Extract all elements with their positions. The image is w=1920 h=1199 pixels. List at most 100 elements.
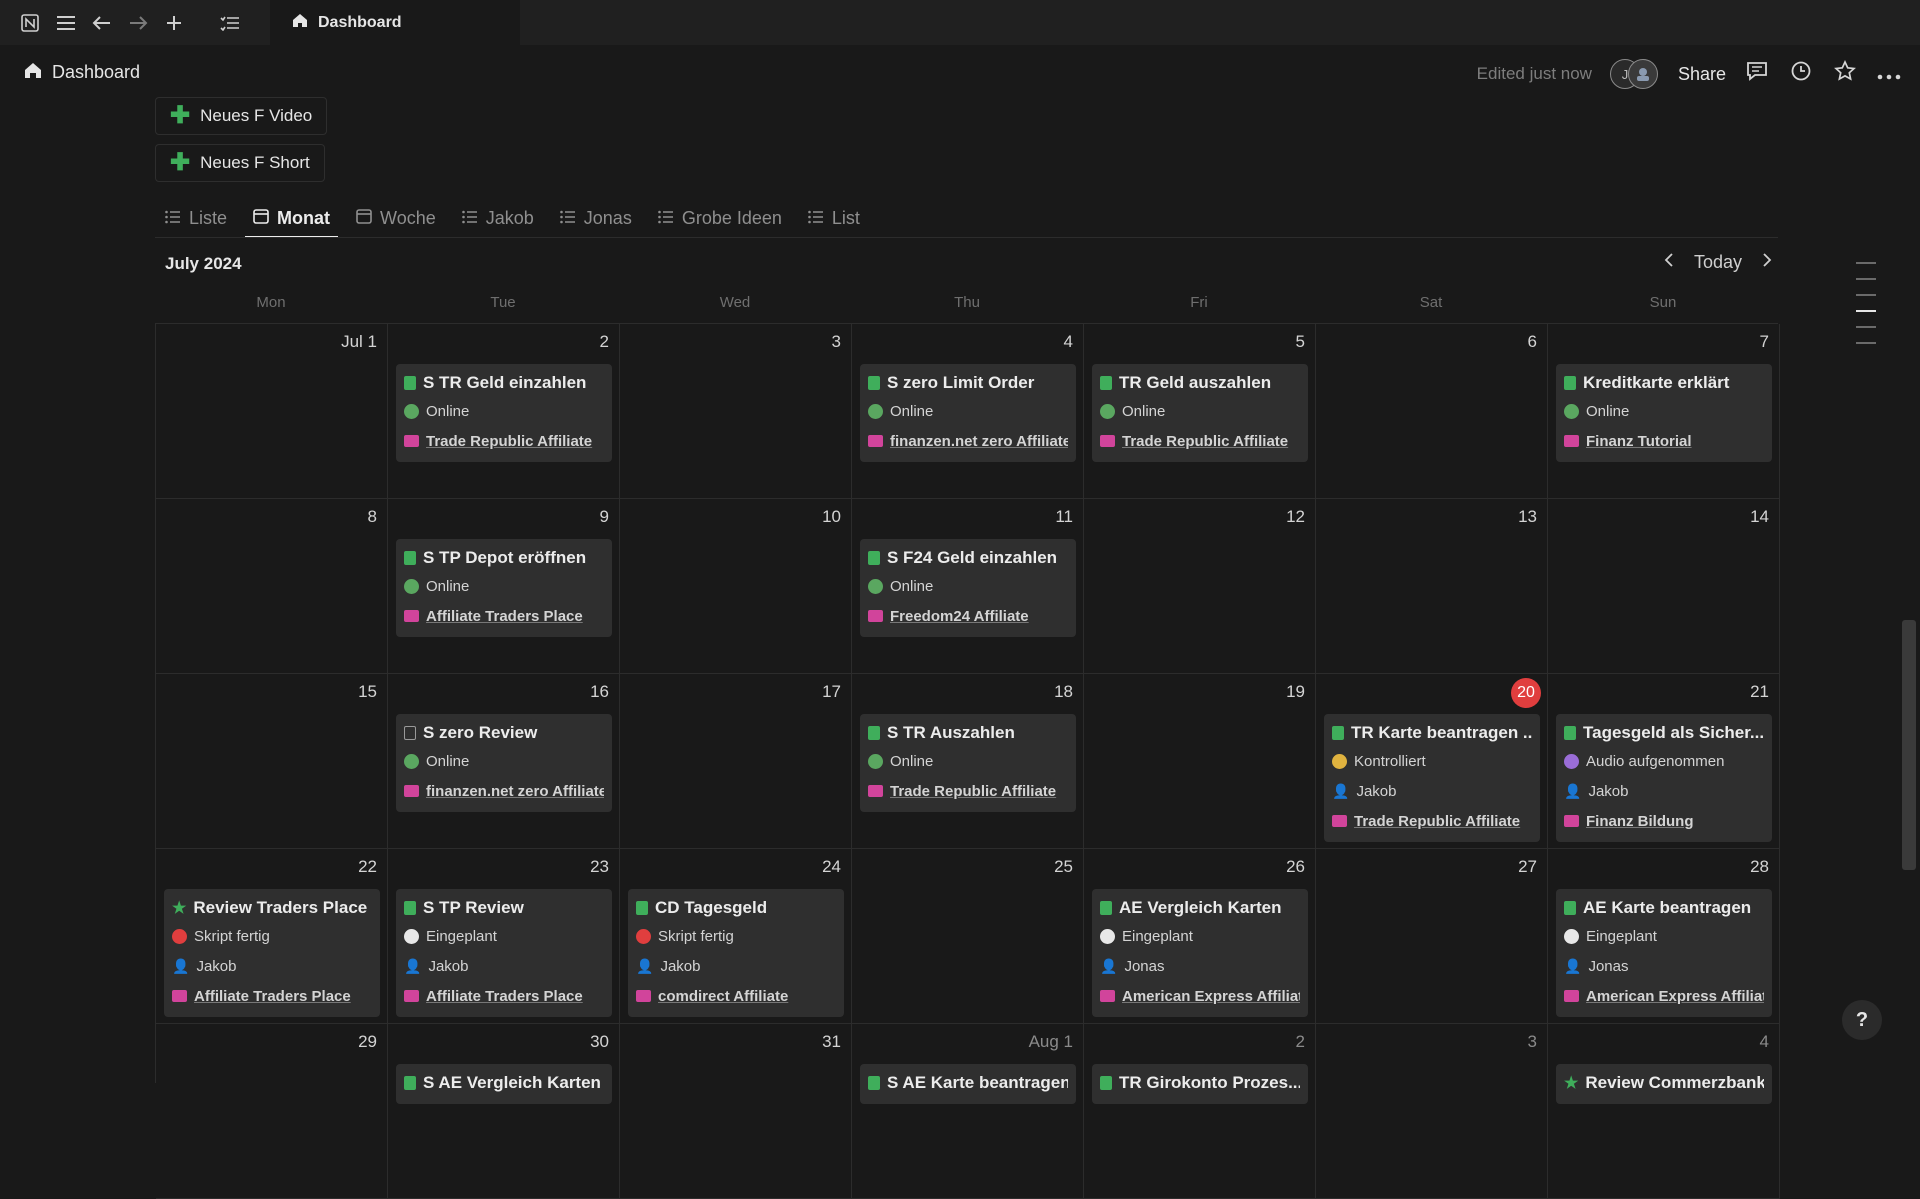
calendar-day-cell[interactable]: 9 S TP Depot eröffnen Online Affiliate Trad… — [388, 499, 620, 674]
back-arrow-icon[interactable] — [84, 0, 120, 45]
more-options-icon[interactable] — [1876, 63, 1902, 86]
tab-dashboard[interactable]: Dashboard — [270, 0, 520, 45]
menu-icon[interactable] — [48, 0, 84, 45]
event-card[interactable]: Kreditkarte erklärt Online Finanz Tutorial — [1556, 364, 1772, 462]
calendar-day-cell[interactable]: 28 AE Karte beantragen Eingeplant 👤 Jonas Ame… — [1548, 849, 1780, 1024]
calendar-day-cell[interactable]: 16 S zero Review Online finanzen.net zero A… — [388, 674, 620, 849]
event-card[interactable]: Tagesgeld als Sicher... Audio aufgenommen… — [1556, 714, 1772, 842]
calendar-day-cell[interactable]: 5 TR Geld auszahlen Online Trade Republic A… — [1084, 324, 1316, 499]
tab-view-jakob[interactable]: Jakob — [461, 198, 534, 238]
calendar-day-cell[interactable]: 23 S TP Review Eingeplant 👤 Jakob Affiliate T… — [388, 849, 620, 1024]
new-video-button[interactable]: ✚ Neues F Video — [155, 97, 328, 135]
notion-logo-icon[interactable] — [12, 0, 48, 45]
tab-view-liste[interactable]: Liste — [165, 198, 227, 238]
event-card[interactable]: S F24 Geld einzahlen Online Freedom24 Affi… — [860, 539, 1076, 637]
calendar-day-cell[interactable]: 4 ★ Review Commerzbank — [1548, 1024, 1780, 1199]
event-card[interactable]: TR Karte beantragen ... Kontrolliert 👤 Jako… — [1324, 714, 1540, 842]
event-card[interactable]: S TP Depot eröffnen Online Affiliate Trade… — [396, 539, 612, 637]
favorite-star-icon[interactable] — [1832, 59, 1858, 88]
calendar-day-cell[interactable]: 8 — [156, 499, 388, 674]
calendar-day-cell[interactable]: 19 — [1084, 674, 1316, 849]
today-button[interactable]: Today — [1694, 252, 1742, 273]
affiliate-link[interactable]: Freedom24 Affiliate — [890, 608, 1029, 625]
event-card[interactable]: TR Girokonto Prozes... — [1092, 1064, 1308, 1104]
affiliate-link[interactable]: finanzen.net zero Affiliate — [426, 783, 604, 800]
new-tab-plus-icon[interactable] — [156, 0, 192, 45]
calendar-day-cell[interactable]: Jul 1 — [156, 324, 388, 499]
event-card[interactable]: S TP Review Eingeplant 👤 Jakob Affiliate Tra… — [396, 889, 612, 1017]
avatar-group[interactable]: J — [1609, 59, 1660, 89]
affiliate-link[interactable]: American Express Affiliate — [1586, 988, 1764, 1005]
forward-arrow-icon[interactable] — [120, 0, 156, 45]
calendar-day-cell[interactable]: 13 — [1316, 499, 1548, 674]
calendar-day-cell[interactable]: 18 S TR Auszahlen Online Trade Republic Aff… — [852, 674, 1084, 849]
affiliate-link[interactable]: finanzen.net zero Affiliate — [890, 433, 1068, 450]
history-clock-icon[interactable] — [1788, 60, 1814, 88]
event-card[interactable]: S AE Vergleich Karten — [396, 1064, 612, 1104]
calendar-day-cell[interactable]: 26 AE Vergleich Karten Eingeplant 👤 Jonas Ame… — [1084, 849, 1316, 1024]
calendar-day-cell[interactable]: 11 S F24 Geld einzahlen Online Freedom24 Af… — [852, 499, 1084, 674]
calendar-day-cell[interactable]: 12 — [1084, 499, 1316, 674]
checklist-icon[interactable] — [212, 0, 248, 45]
calendar-day-cell[interactable]: 3 — [620, 324, 852, 499]
calendar-day-cell[interactable]: 27 — [1316, 849, 1548, 1024]
calendar-day-cell[interactable]: 15 — [156, 674, 388, 849]
calendar-day-cell[interactable]: 2 TR Girokonto Prozes... — [1084, 1024, 1316, 1199]
calendar-day-cell[interactable]: 2 S TR Geld einzahlen Online Trade Republic… — [388, 324, 620, 499]
calendar-day-cell[interactable]: 10 — [620, 499, 852, 674]
affiliate-link[interactable]: Affiliate Traders Place — [426, 608, 583, 625]
event-card[interactable]: S zero Review Online finanzen.net zero Aff… — [396, 714, 612, 812]
calendar-day-cell[interactable]: 3 — [1316, 1024, 1548, 1199]
affiliate-link[interactable]: Trade Republic Affiliate — [426, 433, 592, 450]
affiliate-link[interactable]: Affiliate Traders Place — [194, 988, 351, 1005]
event-card[interactable]: AE Vergleich Karten Eingeplant 👤 Jonas Ameri… — [1092, 889, 1308, 1017]
calendar-day-cell[interactable]: 7 Kreditkarte erklärt Online Finanz Tutoria… — [1548, 324, 1780, 499]
comment-icon[interactable] — [1744, 61, 1770, 87]
affiliate-link[interactable]: American Express Affiliate — [1122, 988, 1300, 1005]
affiliate-link[interactable]: Finanz Bildung — [1586, 813, 1693, 830]
event-card[interactable]: CD Tagesgeld Skript fertig 👤 Jakob comdirect… — [628, 889, 844, 1017]
page-outline[interactable] — [1856, 262, 1878, 358]
tab-view-grobe-ideen[interactable]: Grobe Ideen — [658, 198, 782, 238]
affiliate-link[interactable]: Trade Republic Affiliate — [890, 783, 1056, 800]
previous-month-chevron-icon[interactable] — [1664, 252, 1674, 273]
affiliate-link[interactable]: Trade Republic Affiliate — [1122, 433, 1288, 450]
tab-view-jonas[interactable]: Jonas — [559, 198, 632, 238]
calendar-day-cell[interactable]: 22 ★ Review Traders Place Skript fertig 👤 Jak… — [156, 849, 388, 1024]
event-card[interactable]: ★ Review Commerzbank — [1556, 1064, 1772, 1104]
tab-view-woche[interactable]: Woche — [356, 198, 436, 238]
breadcrumb[interactable]: Dashboard — [24, 61, 140, 84]
tab-view-monat[interactable]: Monat — [245, 198, 339, 238]
event-card[interactable]: ★ Review Traders Place Skript fertig 👤 Jakob… — [164, 889, 380, 1017]
calendar-day-cell[interactable]: 25 — [852, 849, 1084, 1024]
calendar-day-cell[interactable]: 21 Tagesgeld als Sicher... Audio aufgenomm… — [1548, 674, 1780, 849]
affiliate-link[interactable]: comdirect Affiliate — [658, 988, 788, 1005]
share-button[interactable]: Share — [1678, 64, 1726, 85]
affiliate-link[interactable]: Affiliate Traders Place — [426, 988, 583, 1005]
avatar[interactable] — [1627, 59, 1658, 89]
event-card[interactable]: AE Karte beantragen Eingeplant 👤 Jonas Ameri… — [1556, 889, 1772, 1017]
affiliate-link[interactable]: Trade Republic Affiliate — [1354, 813, 1520, 830]
tab-view-list[interactable]: List — [808, 198, 860, 238]
help-button[interactable]: ? — [1842, 1000, 1882, 1040]
calendar-day-cell[interactable]: 14 — [1548, 499, 1780, 674]
scrollbar-thumb[interactable] — [1902, 620, 1916, 870]
event-card[interactable]: TR Geld auszahlen Online Trade Republic Af… — [1092, 364, 1308, 462]
event-card[interactable]: S AE Karte beantragen — [860, 1064, 1076, 1104]
status-dot-icon — [404, 753, 419, 769]
calendar-day-cell[interactable]: 30 S AE Vergleich Karten — [388, 1024, 620, 1199]
next-month-chevron-icon[interactable] — [1762, 252, 1772, 273]
calendar-day-cell[interactable]: Aug 1 S AE Karte beantragen — [852, 1024, 1084, 1199]
calendar-day-cell[interactable]: 17 — [620, 674, 852, 849]
new-short-button[interactable]: ✚ Neues F Short — [155, 144, 325, 182]
calendar-day-cell[interactable]: 4 S zero Limit Order Online finanzen.net ze… — [852, 324, 1084, 499]
calendar-day-cell[interactable]: 29 — [156, 1024, 388, 1199]
calendar-day-cell[interactable]: 6 — [1316, 324, 1548, 499]
affiliate-link[interactable]: Finanz Tutorial — [1586, 433, 1692, 450]
calendar-day-cell[interactable]: 24 CD Tagesgeld Skript fertig 👤 Jakob comdire… — [620, 849, 852, 1024]
event-card[interactable]: S zero Limit Order Online finanzen.net zer… — [860, 364, 1076, 462]
calendar-day-cell[interactable]: 31 — [620, 1024, 852, 1199]
calendar-day-cell[interactable]: 20 TR Karte beantragen ... Kontrolliert 👤 Ja… — [1316, 674, 1548, 849]
event-card[interactable]: S TR Auszahlen Online Trade Republic Affil… — [860, 714, 1076, 812]
event-card[interactable]: S TR Geld einzahlen Online Trade Republic … — [396, 364, 612, 462]
